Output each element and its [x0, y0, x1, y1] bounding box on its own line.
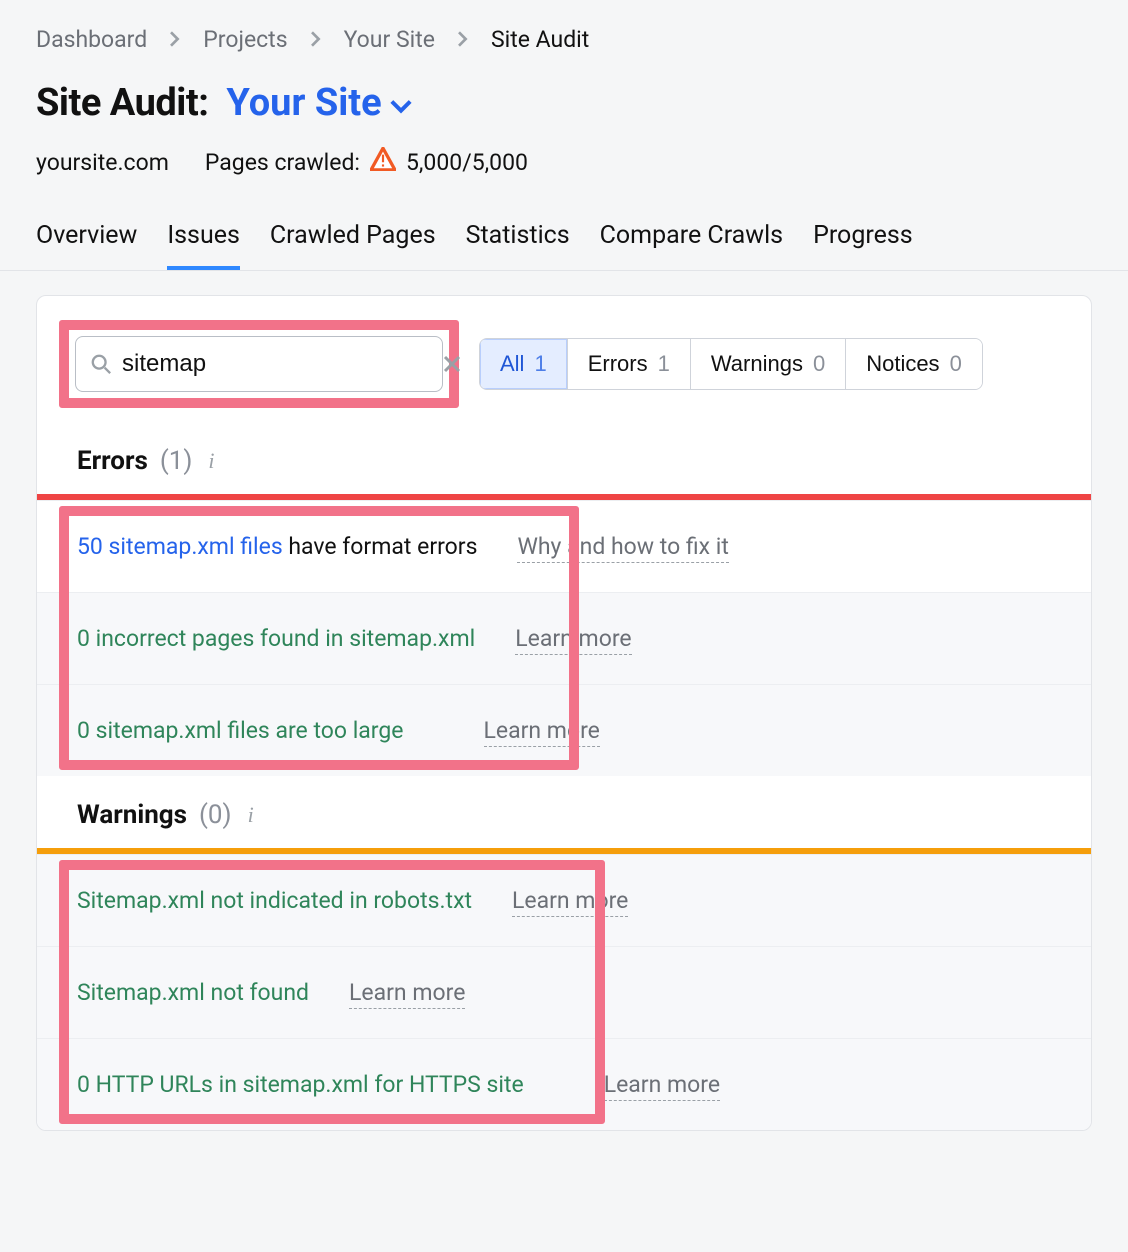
breadcrumb-link[interactable]: Projects	[203, 26, 287, 53]
issue-row[interactable]: 0 incorrect pages found in sitemap.xml L…	[37, 592, 1091, 684]
section-title: Warnings	[77, 800, 187, 830]
tab-progress[interactable]: Progress	[813, 221, 913, 270]
issue-text: Sitemap.xml not indicated in robots.txt	[77, 887, 472, 914]
filters-row: All 1 Errors 1 Warnings 0 Notices 0	[37, 296, 1091, 432]
issue-row[interactable]: Sitemap.xml not indicated in robots.txt …	[37, 854, 1091, 946]
help-link[interactable]: Learn more	[604, 1071, 720, 1101]
filter-label: All	[500, 351, 524, 377]
chevron-right-icon	[169, 26, 181, 53]
pages-crawled: Pages crawled: 5,000/5,000	[205, 147, 528, 177]
chevron-right-icon	[457, 26, 469, 53]
issue-type-filter: All 1 Errors 1 Warnings 0 Notices 0	[479, 338, 983, 390]
issue-link[interactable]: 0 incorrect pages found in sitemap.xml	[77, 625, 475, 652]
issues-card: All 1 Errors 1 Warnings 0 Notices 0 Erro…	[36, 295, 1092, 1131]
issue-link[interactable]: 0 HTTP URLs in sitemap.xml for HTTPS sit…	[77, 1071, 524, 1098]
issue-help: Learn more	[604, 1071, 720, 1098]
help-link[interactable]: Why and how to fix it	[517, 533, 728, 563]
tab-compare-crawls[interactable]: Compare Crawls	[600, 221, 783, 270]
issue-text: 50 sitemap.xml files have format errors	[77, 533, 477, 560]
site-selector-label: Your Site	[226, 81, 381, 125]
issue-link[interactable]: 0 sitemap.xml files are too large	[77, 717, 404, 744]
filter-label: Warnings	[711, 351, 803, 377]
filter-warnings[interactable]: Warnings 0	[691, 339, 846, 389]
section-count: (0)	[199, 800, 232, 830]
breadcrumb-link[interactable]: Your Site	[344, 26, 435, 53]
domain-label: yoursite.com	[36, 149, 169, 176]
issue-help: Learn more	[349, 979, 465, 1006]
filter-errors[interactable]: Errors 1	[568, 339, 691, 389]
filter-count: 0	[813, 351, 825, 377]
search-icon	[90, 353, 112, 375]
filter-count: 1	[658, 351, 670, 377]
tabs: Overview Issues Crawled Pages Statistics…	[0, 221, 1128, 271]
pages-crawled-label: Pages crawled:	[205, 149, 360, 176]
filter-notices[interactable]: Notices 0	[846, 339, 982, 389]
tab-crawled-pages[interactable]: Crawled Pages	[270, 221, 436, 270]
tab-statistics[interactable]: Statistics	[466, 221, 570, 270]
issue-text: 0 sitemap.xml files are too large	[77, 717, 404, 744]
page-header: Dashboard Projects Your Site Site Audit …	[0, 0, 1128, 177]
issue-link[interactable]: Sitemap.xml not found	[77, 979, 309, 1006]
issue-link[interactable]: Sitemap.xml not indicated in robots.txt	[77, 887, 472, 914]
breadcrumb: Dashboard Projects Your Site Site Audit	[36, 26, 1092, 53]
pages-crawled-value: 5,000/5,000	[406, 149, 528, 176]
issue-row[interactable]: 0 HTTP URLs in sitemap.xml for HTTPS sit…	[37, 1038, 1091, 1130]
tab-issues[interactable]: Issues	[167, 221, 240, 270]
info-icon[interactable]: i	[204, 448, 214, 474]
errors-rows: 50 sitemap.xml files have format errors …	[37, 500, 1091, 776]
site-selector[interactable]: Your Site	[226, 81, 411, 125]
help-link[interactable]: Learn more	[484, 717, 600, 747]
page-meta: yoursite.com Pages crawled: 5,000/5,000	[36, 147, 1092, 177]
filter-count: 1	[534, 351, 546, 377]
breadcrumb-current: Site Audit	[491, 26, 589, 53]
tab-overview[interactable]: Overview	[36, 221, 137, 270]
filter-all[interactable]: All 1	[480, 339, 568, 389]
issue-row[interactable]: 0 sitemap.xml files are too large Learn …	[37, 684, 1091, 776]
annotation-highlight	[59, 320, 459, 408]
breadcrumb-link[interactable]: Dashboard	[36, 26, 147, 53]
section-header-warnings: Warnings (0) i	[37, 776, 1091, 848]
issue-text: Sitemap.xml not found	[77, 979, 309, 1006]
search-input-wrap	[75, 336, 443, 392]
page-title-row: Site Audit: Your Site	[36, 81, 1092, 125]
search-input[interactable]	[122, 350, 432, 378]
warning-triangle-icon	[370, 147, 396, 177]
issue-help: Learn more	[484, 717, 600, 744]
issue-row[interactable]: Sitemap.xml not found Learn more	[37, 946, 1091, 1038]
chevron-down-icon	[390, 81, 412, 125]
issue-text: 0 incorrect pages found in sitemap.xml	[77, 625, 475, 652]
issue-suffix: have format errors	[283, 533, 478, 560]
issue-help: Learn more	[515, 625, 631, 652]
issue-help: Learn more	[512, 887, 628, 914]
issue-text: 0 HTTP URLs in sitemap.xml for HTTPS sit…	[77, 1071, 524, 1098]
filter-label: Errors	[588, 351, 648, 377]
clear-input-icon[interactable]	[442, 354, 462, 374]
filter-label: Notices	[866, 351, 939, 377]
section-title: Errors	[77, 446, 148, 476]
issue-row[interactable]: 50 sitemap.xml files have format errors …	[37, 500, 1091, 592]
warnings-rows: Sitemap.xml not indicated in robots.txt …	[37, 854, 1091, 1130]
help-link[interactable]: Learn more	[512, 887, 628, 917]
chevron-right-icon	[310, 26, 322, 53]
page-title: Site Audit:	[36, 81, 208, 125]
issue-help: Why and how to fix it	[517, 533, 728, 560]
section-count: (1)	[160, 446, 193, 476]
section-header-errors: Errors (1) i	[37, 432, 1091, 494]
issue-link[interactable]: 50 sitemap.xml files	[77, 533, 283, 560]
filter-count: 0	[950, 351, 962, 377]
help-link[interactable]: Learn more	[515, 625, 631, 655]
help-link[interactable]: Learn more	[349, 979, 465, 1009]
info-icon[interactable]: i	[244, 802, 254, 828]
